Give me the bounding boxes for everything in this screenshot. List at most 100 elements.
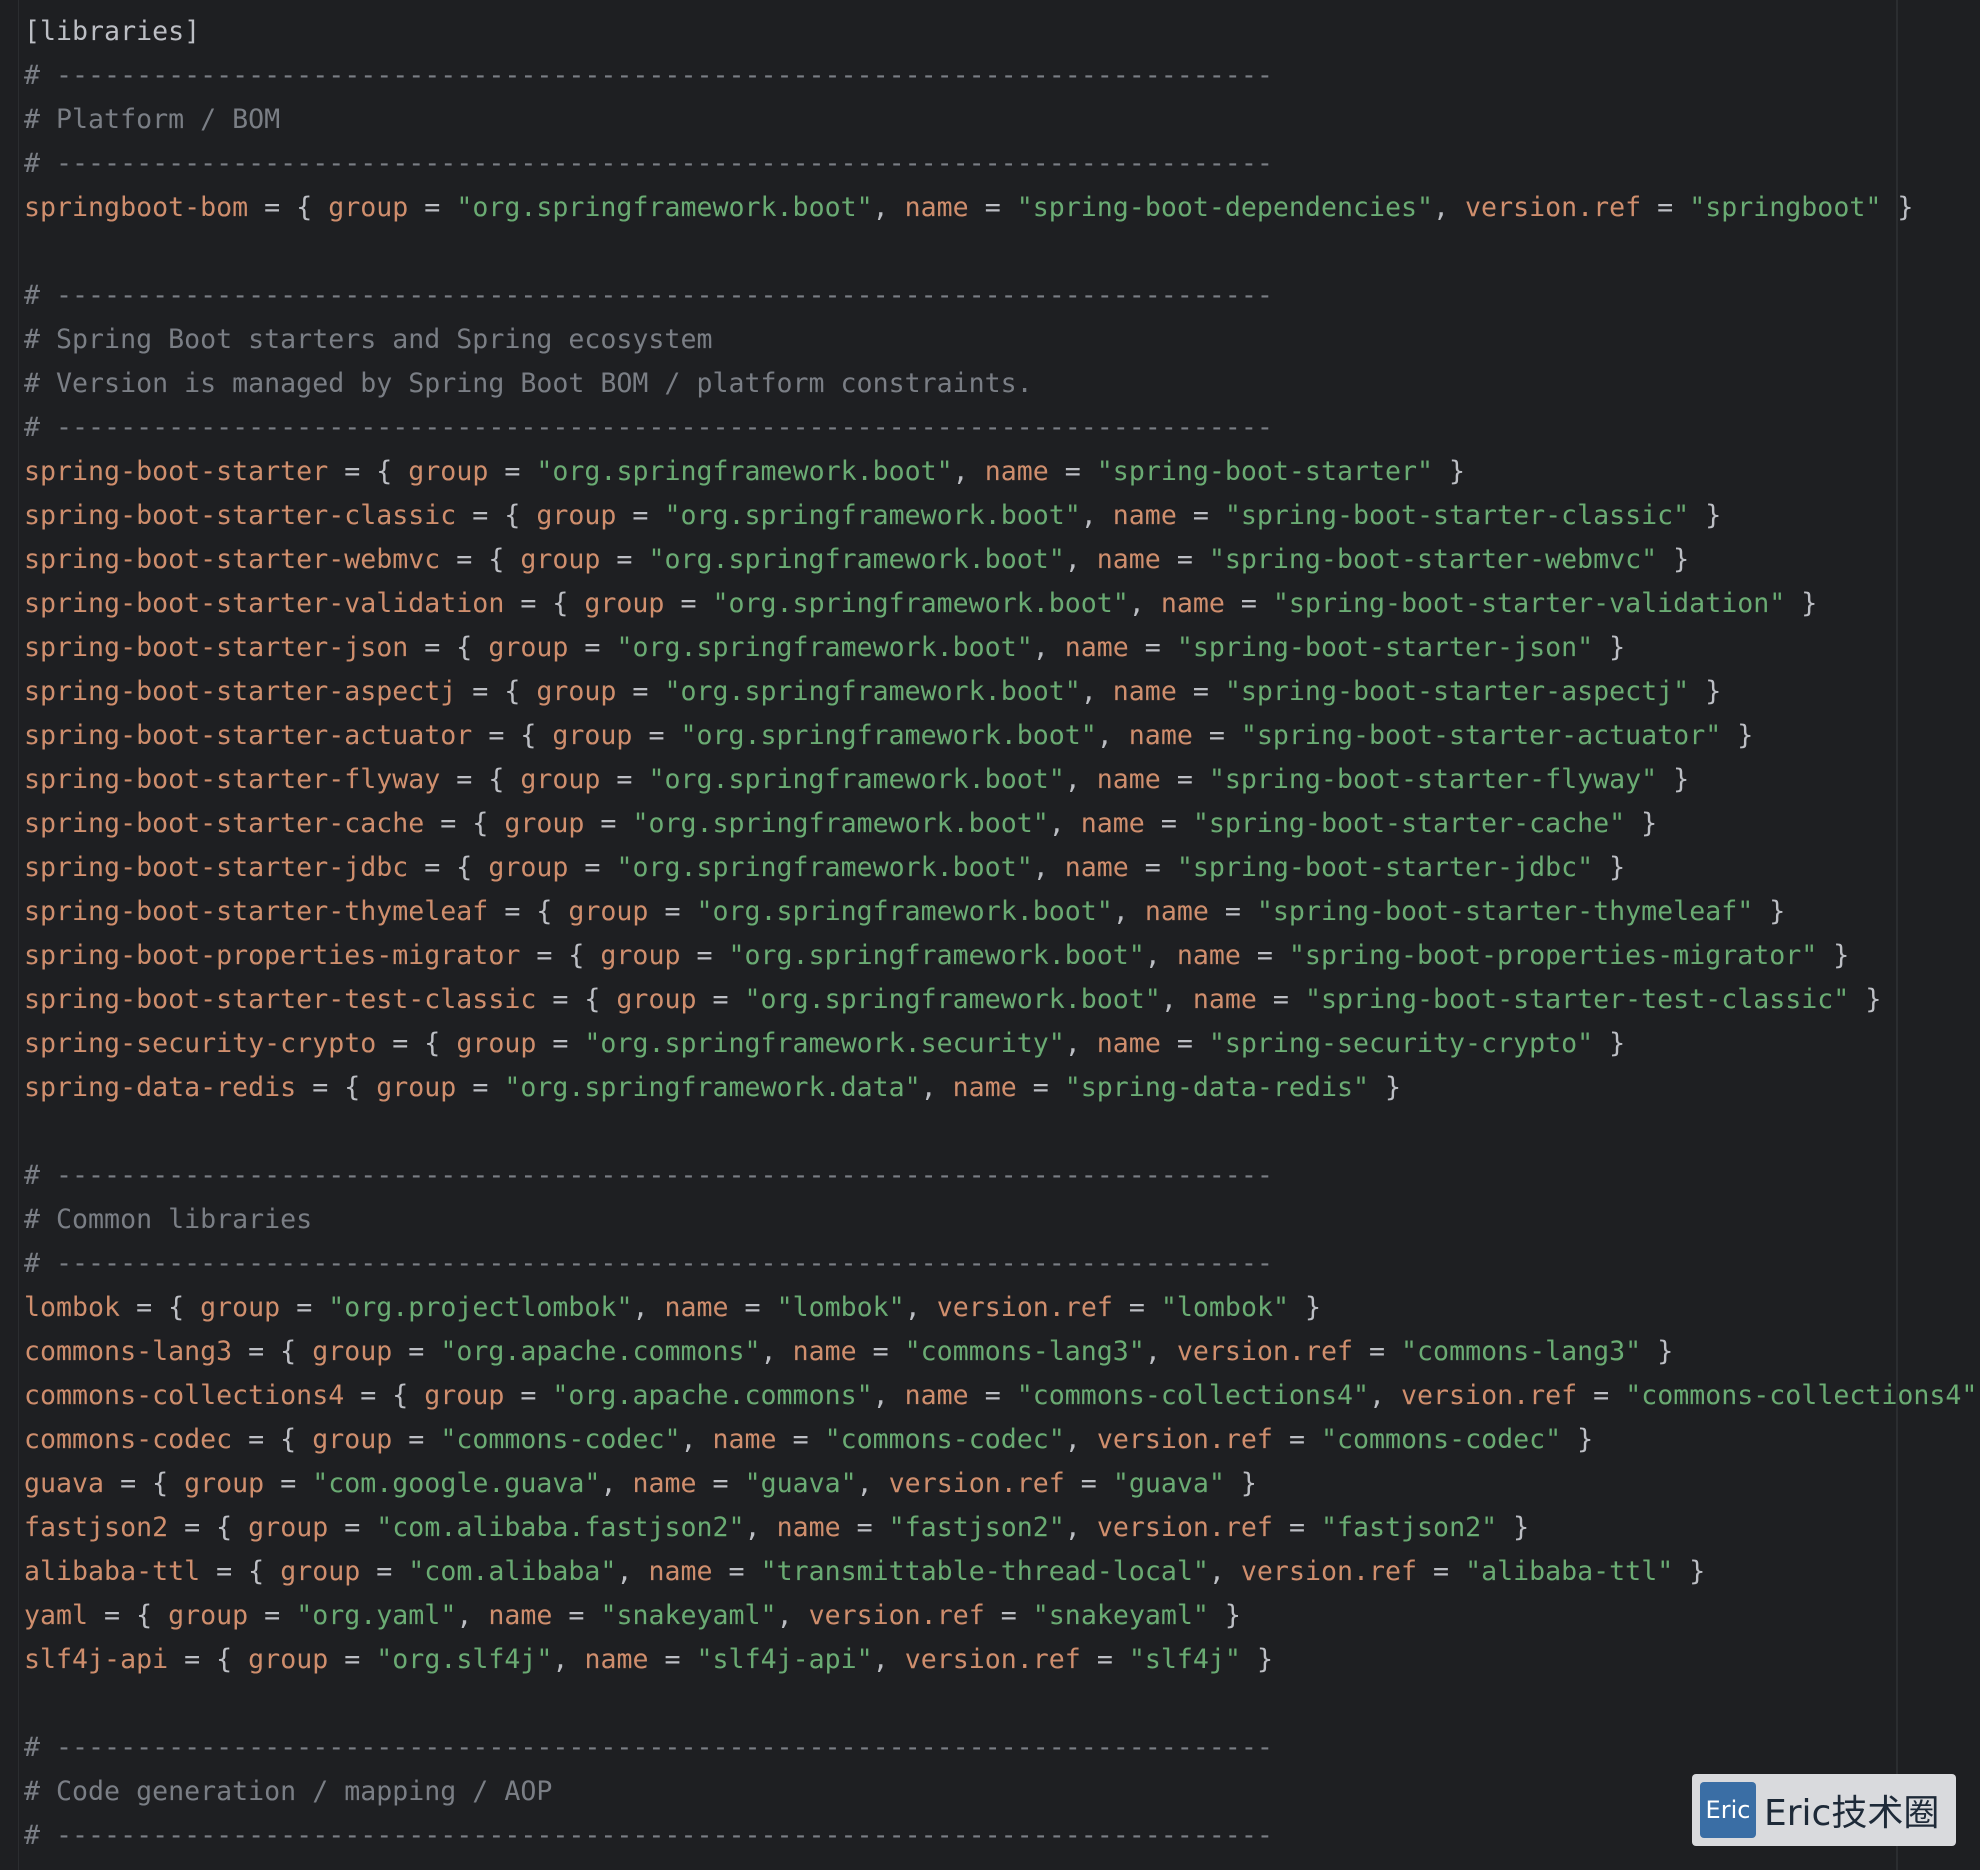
code-line[interactable]: # --------------------------------------… (24, 1154, 1980, 1198)
code-line[interactable]: # --------------------------------------… (24, 406, 1980, 450)
code-line[interactable]: # Code generation / mapping / AOP (24, 1770, 1980, 1814)
code-line[interactable]: springboot-bom = { group = "org.springfr… (24, 186, 1980, 230)
code-line[interactable]: alibaba-ttl = { group = "com.alibaba", n… (24, 1550, 1980, 1594)
code-token: , (872, 192, 905, 223)
code-token: spring-security-crypto (24, 1028, 377, 1059)
code-line[interactable]: spring-boot-starter-webmvc = { group = "… (24, 538, 1980, 582)
code-token: , (760, 1336, 793, 1367)
code-token: spring-data-redis (24, 1072, 297, 1103)
code-token: name (648, 1556, 713, 1587)
code-line[interactable]: # Common libraries (24, 1198, 1980, 1242)
code-token: fastjson2 (24, 1512, 169, 1543)
code-token: , (1032, 632, 1065, 663)
code-line[interactable]: # --------------------------------------… (24, 1242, 1980, 1286)
code-token: group (584, 588, 665, 619)
code-line[interactable]: spring-boot-properties-migrator = { grou… (24, 934, 1980, 978)
code-line[interactable]: commons-lang3 = { group = "org.apache.co… (24, 1330, 1980, 1374)
code-token: , (1144, 940, 1177, 971)
code-line[interactable] (24, 1110, 1980, 1154)
code-line[interactable]: # --------------------------------------… (24, 1814, 1980, 1858)
code-token: } (1368, 1072, 1402, 1103)
code-line[interactable]: spring-boot-starter-thymeleaf = { group … (24, 890, 1980, 934)
code-token: = (712, 1556, 761, 1587)
code-line[interactable]: spring-boot-starter-actuator = { group =… (24, 714, 1980, 758)
code-line[interactable]: spring-data-redis = { group = "org.sprin… (24, 1066, 1980, 1110)
code-line[interactable]: guava = { group = "com.google.guava", na… (24, 1462, 1980, 1506)
code-token: = (1160, 764, 1209, 795)
code-token: spring-boot-starter-cache (24, 808, 425, 839)
code-token: = (328, 1644, 377, 1675)
code-line[interactable]: spring-boot-starter-validation = { group… (24, 582, 1980, 626)
code-token: "spring-boot-starter-json" (1176, 632, 1594, 663)
code-token: } (1240, 1644, 1273, 1675)
code-line[interactable]: spring-boot-starter-flyway = { group = "… (24, 758, 1980, 802)
code-line[interactable]: # --------------------------------------… (24, 142, 1980, 186)
code-token: "org.springframework.boot" (456, 192, 873, 223)
code-token: "spring-boot-starter-test-classic" (1304, 984, 1850, 1015)
code-token: } (1497, 1512, 1530, 1543)
code-token: name (1192, 984, 1257, 1015)
code-token: name (664, 1292, 729, 1323)
code-line[interactable]: # Version is managed by Spring Boot BOM … (24, 362, 1980, 406)
code-line[interactable]: # Platform / BOM (24, 98, 1980, 142)
code-token: # --------------------------------------… (24, 148, 1273, 179)
code-token: "org.springframework.boot" (664, 676, 1081, 707)
code-token: "org.apache.commons" (440, 1336, 761, 1367)
code-token: = { (232, 1424, 313, 1455)
code-line[interactable] (24, 1682, 1980, 1726)
code-token: = (1176, 676, 1225, 707)
code-token: = (1144, 808, 1193, 839)
code-token: "org.springframework.boot" (648, 764, 1065, 795)
code-token: , (1433, 192, 1466, 223)
code-line[interactable]: [libraries] (24, 10, 1980, 54)
code-token: "spring-boot-starter-webmvc" (1208, 544, 1658, 575)
code-token: = (568, 632, 617, 663)
code-line[interactable]: spring-boot-starter-aspectj = { group = … (24, 670, 1980, 714)
code-token: group (520, 764, 601, 795)
code-token: yaml (24, 1600, 89, 1631)
code-line[interactable]: spring-boot-starter-jdbc = { group = "or… (24, 846, 1980, 890)
code-line[interactable]: # Spring Boot starters and Spring ecosys… (24, 318, 1980, 362)
code-token: , (1208, 1556, 1241, 1587)
code-line[interactable]: spring-boot-starter-classic = { group = … (24, 494, 1980, 538)
code-line[interactable]: spring-boot-starter = { group = "org.spr… (24, 450, 1980, 494)
code-token: , (1096, 720, 1129, 751)
code-line[interactable]: yaml = { group = "org.yaml", name = "sna… (24, 1594, 1980, 1638)
code-line[interactable]: commons-collections4 = { group = "org.ap… (24, 1374, 1980, 1418)
code-token: # Version is managed by Spring Boot BOM … (24, 368, 1033, 399)
code-line[interactable]: lombok = { group = "org.projectlombok", … (24, 1286, 1980, 1330)
code-token: group (168, 1600, 249, 1631)
code-line[interactable]: slf4j-api = { group = "org.slf4j", name … (24, 1638, 1980, 1682)
code-line[interactable]: # --------------------------------------… (24, 1726, 1980, 1770)
code-line[interactable]: # --------------------------------------… (24, 274, 1980, 318)
code-token: = (1417, 1556, 1466, 1587)
code-content[interactable]: [libraries] # ---------------------------… (24, 10, 1980, 1858)
code-token: spring-boot-starter-json (24, 632, 409, 663)
code-line[interactable]: spring-boot-starter-cache = { group = "o… (24, 802, 1980, 846)
code-editor[interactable]: [libraries] # ---------------------------… (0, 0, 1980, 1870)
code-token: version.ref (936, 1292, 1113, 1323)
code-token: "spring-boot-starter-aspectj" (1224, 676, 1690, 707)
code-line[interactable]: spring-boot-starter-json = { group = "or… (24, 626, 1980, 670)
code-line[interactable]: # --------------------------------------… (24, 54, 1980, 98)
code-token: "slf4j" (1128, 1644, 1241, 1675)
code-line[interactable] (24, 230, 1980, 274)
code-token: } (1817, 940, 1850, 971)
code-token: = { (88, 1600, 169, 1631)
watermark-logo-icon: Eric (1700, 1782, 1756, 1838)
code-token: = (1641, 192, 1690, 223)
code-token: = (1112, 1292, 1161, 1323)
code-token: "commons-codec" (440, 1424, 681, 1455)
code-token: , (952, 456, 985, 487)
code-token: name (1096, 544, 1161, 575)
code-token: = (264, 1468, 313, 1499)
code-token: "spring-boot-starter" (1096, 456, 1434, 487)
code-line[interactable]: spring-boot-starter-test-classic = { gro… (24, 978, 1980, 1022)
code-token: , (600, 1468, 633, 1499)
code-token: slf4j-api (24, 1644, 169, 1675)
code-line[interactable]: fastjson2 = { group = "com.alibaba.fastj… (24, 1506, 1980, 1550)
code-token: # Code generation / mapping / AOP (24, 1776, 553, 1807)
code-token: group (376, 1072, 457, 1103)
code-line[interactable]: commons-codec = { group = "commons-codec… (24, 1418, 1980, 1462)
code-line[interactable]: spring-security-crypto = { group = "org.… (24, 1022, 1980, 1066)
